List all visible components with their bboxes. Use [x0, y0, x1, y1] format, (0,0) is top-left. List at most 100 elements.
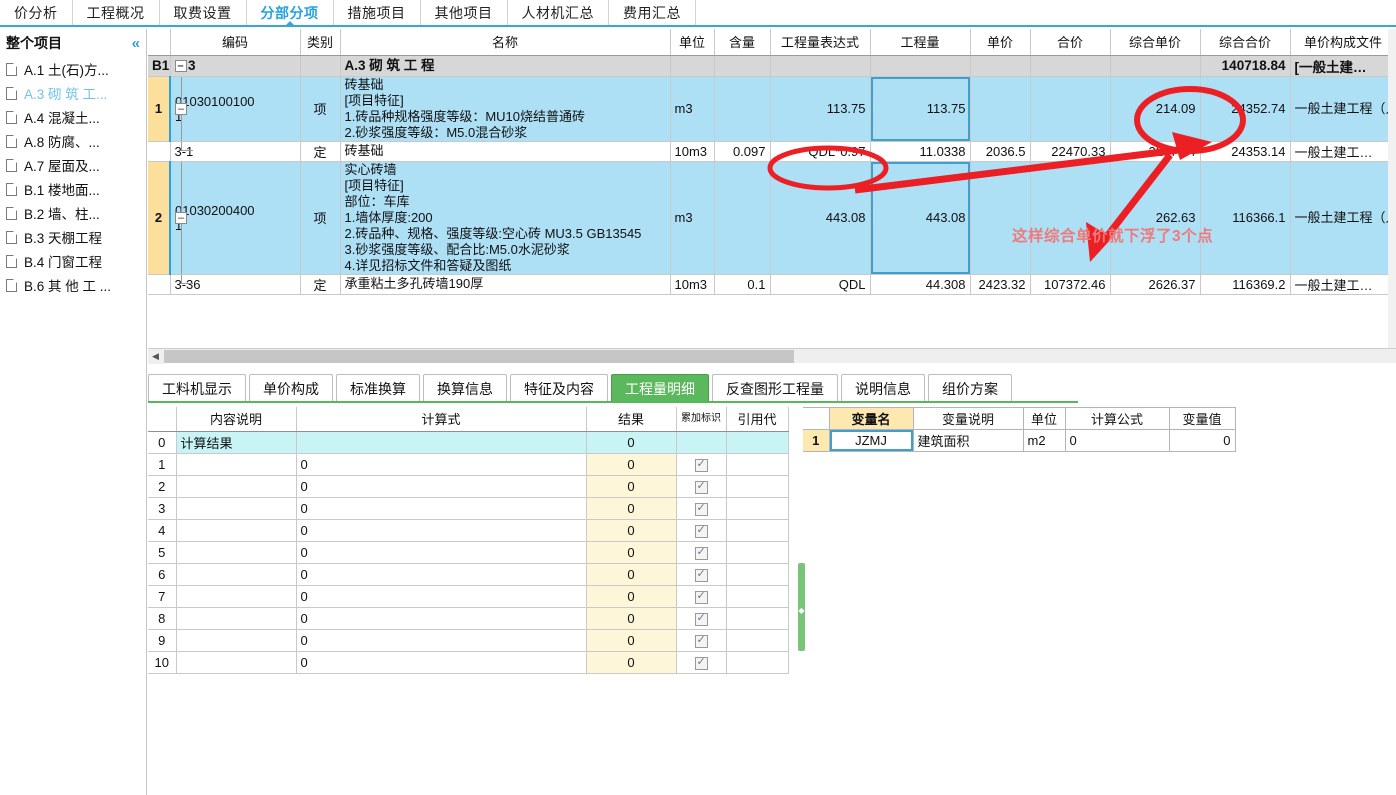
cell-formula[interactable]: 0	[296, 563, 587, 586]
detail-row-number[interactable]: 6	[148, 563, 177, 586]
cell-result[interactable]: 0	[586, 629, 677, 652]
variable-col-header-2[interactable]: 变量说明	[913, 407, 1024, 430]
cell-quantity[interactable]: 11.0338	[870, 141, 971, 162]
cell-content-description[interactable]	[176, 519, 297, 542]
cell-cumulative-flag[interactable]	[676, 651, 727, 674]
cell-cumulative-flag[interactable]	[676, 585, 727, 608]
collapse-sidebar-icon[interactable]: «	[132, 35, 140, 52]
cell-result[interactable]: 0	[586, 519, 677, 542]
table-row[interactable]: 2–01030200400 1 项实心砖墙 [项目特征] 部位：车库 1.墙体厚度:200…	[148, 161, 1396, 275]
tab-price-analysis[interactable]: 价分析	[0, 0, 73, 25]
cell-quantity[interactable]: 443.08	[870, 161, 971, 275]
detail-tab-5[interactable]: 工程量明细	[611, 374, 709, 402]
detail-tab-2[interactable]: 标准换算	[336, 374, 420, 402]
cell-variable-unit[interactable]: m2	[1023, 429, 1066, 452]
cell-unit-price[interactable]	[970, 161, 1031, 275]
cell-price-composition-file[interactable]: 一般土建工程（人工调整计入差价）	[1290, 76, 1396, 142]
expander-icon[interactable]: –	[175, 102, 187, 115]
cell-amount[interactable]	[1030, 76, 1111, 142]
detail-row[interactable]: 2 00	[148, 475, 789, 498]
cell-result[interactable]: 0	[586, 585, 677, 608]
cell-reference-code[interactable]	[726, 585, 789, 608]
checkbox-checked-icon[interactable]	[694, 567, 708, 582]
subdivision-items-grid[interactable]: 编码 类别 名称 单位 含量 工程量表达式 工程量 单价 合价 综合单价 综合合价 单价构成文件 B1…	[148, 29, 1396, 359]
detail-row[interactable]: 9 00	[148, 629, 789, 652]
cell-reference-code[interactable]	[726, 453, 789, 476]
scrollbar-thumb[interactable]	[164, 350, 794, 363]
vertical-splitter-handle[interactable]: ◆	[798, 563, 805, 651]
checkbox-checked-icon[interactable]	[694, 501, 708, 516]
cell-unit-price[interactable]	[970, 76, 1031, 142]
col-header-0[interactable]	[148, 29, 171, 56]
cell-quantity[interactable]	[870, 55, 971, 77]
variable-col-header-3[interactable]: 单位	[1023, 407, 1066, 430]
table-row[interactable]: 1–01030100100 1 项砖基础 [项目特征] 1.砖品种规格强度等级：MU10…	[148, 76, 1396, 142]
cell-name[interactable]: 砖基础 [项目特征] 1.砖品种规格强度等级：MU10烧结普通砖 2.砂浆强度等级：M…	[340, 76, 671, 142]
col-header-10[interactable]: 综合单价	[1110, 29, 1201, 56]
variable-row-number[interactable]: 1	[803, 429, 830, 452]
cell-reference-code[interactable]	[726, 629, 789, 652]
cell-code[interactable]: –A.3	[170, 55, 301, 77]
cell-result[interactable]: 0	[586, 453, 677, 476]
table-row[interactable]: 3-36 定承重粘土多孔砖墙190厚 10m3 0.1 QDL 44.308 2423.32…	[148, 274, 1396, 295]
cell-price-composition-file[interactable]: [一般土建…	[1290, 55, 1396, 77]
cell-formula[interactable]: 0	[296, 629, 587, 652]
sidebar-item-6[interactable]: B.2 墙、柱...	[0, 201, 146, 225]
tab-fee-settings[interactable]: 取费设置	[160, 0, 247, 25]
cell-reference-code[interactable]	[726, 431, 789, 454]
cell-amount[interactable]: 22470.33	[1030, 141, 1111, 162]
variable-col-header-4[interactable]: 计算公式	[1065, 407, 1170, 430]
cell-cumulative-flag[interactable]	[676, 453, 727, 476]
cell-name[interactable]: 承重粘土多孔砖墙190厚	[340, 274, 671, 295]
cell-content-description[interactable]	[176, 629, 297, 652]
col-header-12[interactable]: 单价构成文件	[1290, 29, 1396, 56]
cell-cumulative-flag[interactable]	[676, 497, 727, 520]
detail-row-number[interactable]: 4	[148, 519, 177, 542]
detail-row[interactable]: 7 00	[148, 585, 789, 608]
cell-category[interactable]	[300, 55, 341, 77]
variable-col-header-0[interactable]	[803, 407, 830, 430]
cell-content-description[interactable]	[176, 541, 297, 564]
sidebar-item-2[interactable]: A.4 混凝土...	[0, 105, 146, 129]
checkbox-checked-icon[interactable]	[694, 611, 708, 626]
cell-formula[interactable]: 0	[296, 497, 587, 520]
cell-amount[interactable]	[1030, 55, 1111, 77]
variable-col-header-1[interactable]: 变量名	[829, 407, 914, 430]
cell-cumulative-flag[interactable]	[676, 541, 727, 564]
cell-content[interactable]: 0.1	[714, 274, 771, 295]
cell-content-description[interactable]	[176, 497, 297, 520]
cell-unit[interactable]	[670, 55, 715, 77]
cell-content[interactable]: 0.097	[714, 141, 771, 162]
cell-cumulative-flag[interactable]	[676, 475, 727, 498]
cell-comprehensive-price[interactable]: 214.09	[1110, 76, 1201, 142]
cell-comprehensive-price[interactable]: 2626.37	[1110, 274, 1201, 295]
checkbox-checked-icon[interactable]	[694, 545, 708, 560]
detail-col-header-4[interactable]: 累加标识	[676, 407, 727, 432]
cell-content-description[interactable]	[176, 607, 297, 630]
sidebar-item-8[interactable]: B.4 门窗工程	[0, 249, 146, 273]
detail-col-header-0[interactable]	[148, 407, 177, 432]
cell-code[interactable]: 3-36	[170, 274, 301, 295]
sidebar-item-4[interactable]: A.7 屋面及...	[0, 153, 146, 177]
cell-content-description[interactable]	[176, 651, 297, 674]
cell-category[interactable]: 定	[300, 274, 341, 295]
cell-content[interactable]	[714, 76, 771, 142]
col-header-5[interactable]: 含量	[714, 29, 771, 56]
detail-row-number[interactable]: 3	[148, 497, 177, 520]
cell-unit[interactable]: 10m3	[670, 141, 715, 162]
detail-row[interactable]: 5 00	[148, 541, 789, 564]
cell-formula[interactable]	[296, 431, 587, 454]
col-header-6[interactable]: 工程量表达式	[770, 29, 871, 56]
table-row[interactable]: 3-1 定砖基础 10m3 0.097 QDL*0.97 11.0338 2036.5 224…	[148, 141, 1396, 162]
tab-labor-material-machine[interactable]: 人材机汇总	[508, 0, 609, 25]
cell-comprehensive-amount[interactable]: 140718.84	[1200, 55, 1291, 77]
table-row[interactable]: B1–A.3 A.3 砌 筑 工 程 140718.84[一般土建…	[148, 55, 1396, 77]
tab-fee-summary[interactable]: 费用汇总	[609, 0, 696, 25]
cell-content-description[interactable]	[176, 563, 297, 586]
col-header-1[interactable]: 编码	[170, 29, 301, 56]
cell-unit[interactable]: m3	[670, 76, 715, 142]
cell-result[interactable]: 0	[586, 563, 677, 586]
row-index[interactable]: 1	[148, 76, 171, 142]
cell-category[interactable]: 项	[300, 161, 341, 275]
cell-formula[interactable]: 0	[296, 453, 587, 476]
